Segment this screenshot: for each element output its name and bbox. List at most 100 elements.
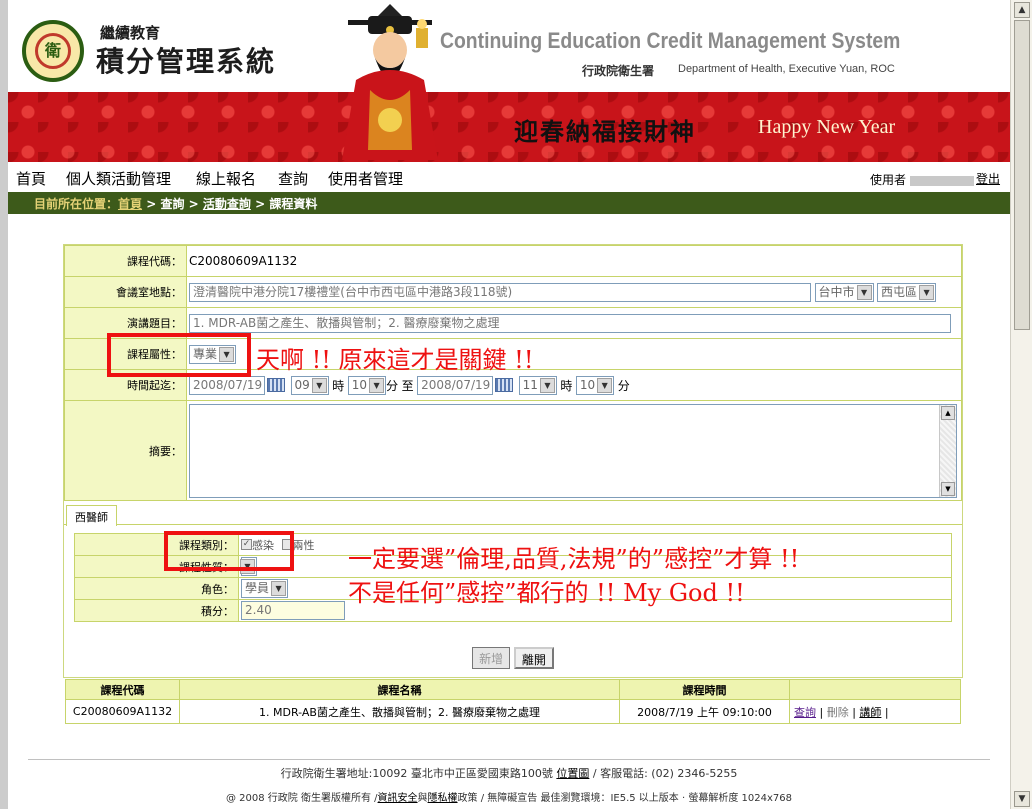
- privacy-link[interactable]: 隱私權: [428, 793, 458, 804]
- course-form: 課程代碼： C20080609A1132 會議室地點： 澄清醫院中港分院17樓禮…: [63, 244, 963, 678]
- scroll-up-icon[interactable]: ▲: [1014, 2, 1030, 18]
- menu-personal-activity[interactable]: 個人類活動管理: [66, 168, 171, 189]
- end-hour-select[interactable]: 11 ▼: [518, 375, 557, 395]
- scrollbar-thumb[interactable]: [1014, 20, 1030, 330]
- user-label: 使用者: [870, 173, 907, 187]
- window-scrollbar[interactable]: ▲ ▼: [1010, 0, 1032, 809]
- calendar-icon[interactable]: [495, 378, 514, 392]
- menu-home[interactable]: 首頁: [16, 168, 46, 189]
- breadcrumb-sep: >: [250, 197, 270, 211]
- role-value: 學員: [245, 581, 270, 595]
- chevron-down-icon: ▼: [369, 377, 385, 393]
- end-minute-select[interactable]: 10 ▼: [575, 375, 615, 395]
- breadcrumb-home-link[interactable]: 首頁: [118, 197, 142, 211]
- start-minute-value: 10: [351, 377, 368, 392]
- annotation-key-note: 天啊 !! 原來這才是關鍵 !!: [256, 346, 534, 374]
- map-link[interactable]: 位置圖: [556, 767, 589, 780]
- chevron-down-icon: ▼: [856, 284, 872, 300]
- footer-copyright-text: @ 2008 行政院 衛生署版權所有 /: [226, 793, 378, 804]
- breadcrumb-activity-link[interactable]: 活動查詢: [203, 197, 251, 211]
- to-label: 至: [401, 378, 414, 393]
- city-value: 台中市: [818, 284, 855, 299]
- system-title-en: Continuing Education Credit Management S…: [440, 28, 901, 53]
- breadcrumb-sep: >: [142, 197, 161, 211]
- end-hour-value: 11: [522, 377, 538, 392]
- topic-input[interactable]: 1. MDR-AB菌之產生、散播與管制；2. 醫療廢棄物之處理: [189, 313, 951, 333]
- venue-input[interactable]: 澄清醫院中港分院17樓禮堂(台中市西屯區中港路3段118號): [189, 282, 811, 302]
- emblem-logo-icon: 衛: [22, 20, 84, 82]
- breadcrumb: 目前所在位置：首頁 > 查詢 > 活動查詢 > 課程資料: [8, 192, 1010, 214]
- start-hour-select[interactable]: 09 ▼: [290, 375, 329, 395]
- role-label: 角色：: [74, 577, 239, 600]
- footer-divider: [28, 759, 990, 760]
- credit-input[interactable]: 2.40: [241, 601, 345, 620]
- scroll-down-icon[interactable]: ▼: [941, 481, 955, 496]
- chevron-down-icon: ▼: [311, 377, 327, 393]
- district-value: 西屯區: [881, 284, 918, 299]
- delete-link: 刪除: [826, 705, 849, 719]
- col-header-code: 課程代碼: [65, 679, 180, 700]
- col-header-actions: [789, 679, 961, 700]
- breadcrumb-query: 查詢: [160, 197, 185, 211]
- annotation-category-note-1: 一定要選”倫理,品質,法規”的”感控”才算 !!: [348, 545, 800, 573]
- user-indicator: 使用者: [870, 171, 975, 188]
- footer-policy-text: 政策 / 無障礙宣告 最佳瀏覽環境：IE5.5 以上版本 · 螢幕解析度 102…: [457, 793, 792, 804]
- calendar-icon[interactable]: [267, 378, 285, 392]
- tab-western-physician[interactable]: 西醫師: [66, 505, 117, 526]
- role-select[interactable]: 學員 ▼: [241, 579, 289, 598]
- end-date-input[interactable]: 2008/07/19: [417, 375, 494, 395]
- breadcrumb-label: 目前所在位置：: [34, 197, 119, 211]
- query-link[interactable]: 查詢: [794, 706, 816, 719]
- menu-user-management[interactable]: 使用者管理: [328, 168, 403, 189]
- row-actions: 查詢 | 刪除 | 講師 |: [789, 699, 961, 724]
- leave-button[interactable]: 離開: [513, 647, 554, 669]
- site-header: 衛 繼續教育 積分管理系統 Continuing Education Credi…: [8, 0, 1010, 92]
- minute-unit: 分: [617, 378, 630, 393]
- col-header-time: 課程時間: [619, 679, 790, 700]
- start-minute-select[interactable]: 10 ▼: [347, 375, 387, 395]
- hour-unit: 時: [560, 378, 573, 393]
- lecturer-link[interactable]: 講師: [859, 706, 881, 719]
- city-select[interactable]: 台中市 ▼: [814, 282, 874, 302]
- annotation-category-note-2: 不是任何”感控”都行的 !! My God !!: [348, 579, 745, 607]
- new-year-banner: 迎春納福接財神 Happy New Year: [8, 92, 1010, 162]
- footer-address-text: 行政院衛生署地址:10092 臺北市中正區愛國東路100號: [280, 767, 553, 780]
- highlight-box-course-category: [164, 531, 294, 571]
- scroll-up-icon[interactable]: ▲: [941, 405, 955, 420]
- summary-textarea[interactable]: ▲ ▼: [189, 403, 957, 498]
- department-name-zh: 行政院衛生署: [582, 64, 655, 78]
- logo-title: 積分管理系統: [96, 45, 277, 78]
- logout-link[interactable]: 登出: [976, 170, 1000, 187]
- course-result-table: 課程代碼 課程名稱 課程時間 C20080609A1132 1. MDR-AB菌…: [65, 679, 961, 724]
- chevron-down-icon: ▼: [597, 377, 613, 393]
- page: 衛 繼續教育 積分管理系統 Continuing Education Credi…: [0, 0, 1010, 809]
- department-name-en: Department of Health, Executive Yuan, RO…: [678, 63, 895, 75]
- chevron-down-icon: ▼: [919, 284, 935, 300]
- breadcrumb-current: 課程資料: [269, 197, 318, 211]
- breadcrumb-sep: >: [184, 197, 203, 211]
- blurred-user-name: [910, 175, 975, 186]
- banner-slogan-en: Happy New Year: [758, 116, 896, 138]
- security-link[interactable]: 資訊安全: [378, 793, 418, 804]
- footer-phone: / 客服電話: (02) 2346-5255: [592, 767, 738, 780]
- footer-address: 行政院衛生署地址:10092 臺北市中正區愛國東路100號 位置圖 / 客服電話…: [8, 765, 1010, 781]
- summary-label: 摘要：: [64, 400, 187, 501]
- footer-copyright: @ 2008 行政院 衛生署版權所有 /資訊安全與隱私權政策 / 無障礙宣告 最…: [8, 789, 1010, 804]
- tab-bar: 西醫師: [64, 505, 962, 526]
- course-code-label: 課程代碼：: [64, 245, 187, 277]
- start-date-input[interactable]: 2008/07/19: [189, 375, 265, 395]
- district-select[interactable]: 西屯區 ▼: [877, 282, 937, 302]
- end-minute-value: 10: [579, 377, 596, 392]
- row-time: 2008/7/19 上午 09:10:00: [619, 699, 790, 724]
- banner-slogan-zh: 迎春納福接財神: [514, 117, 696, 146]
- scroll-down-icon[interactable]: ▼: [1014, 791, 1030, 807]
- row-code: C20080609A1132: [65, 699, 180, 724]
- category-gender-label: 兩性: [292, 538, 315, 552]
- textarea-scrollbar[interactable]: ▲ ▼: [939, 404, 956, 497]
- menu-query[interactable]: 查詢: [278, 168, 308, 189]
- chevron-down-icon: ▼: [539, 377, 555, 393]
- menu-online-registration[interactable]: 線上報名: [196, 168, 256, 189]
- chevron-down-icon: ▼: [271, 581, 287, 596]
- add-button[interactable]: 新增: [472, 647, 511, 669]
- minute-unit: 分: [386, 378, 399, 393]
